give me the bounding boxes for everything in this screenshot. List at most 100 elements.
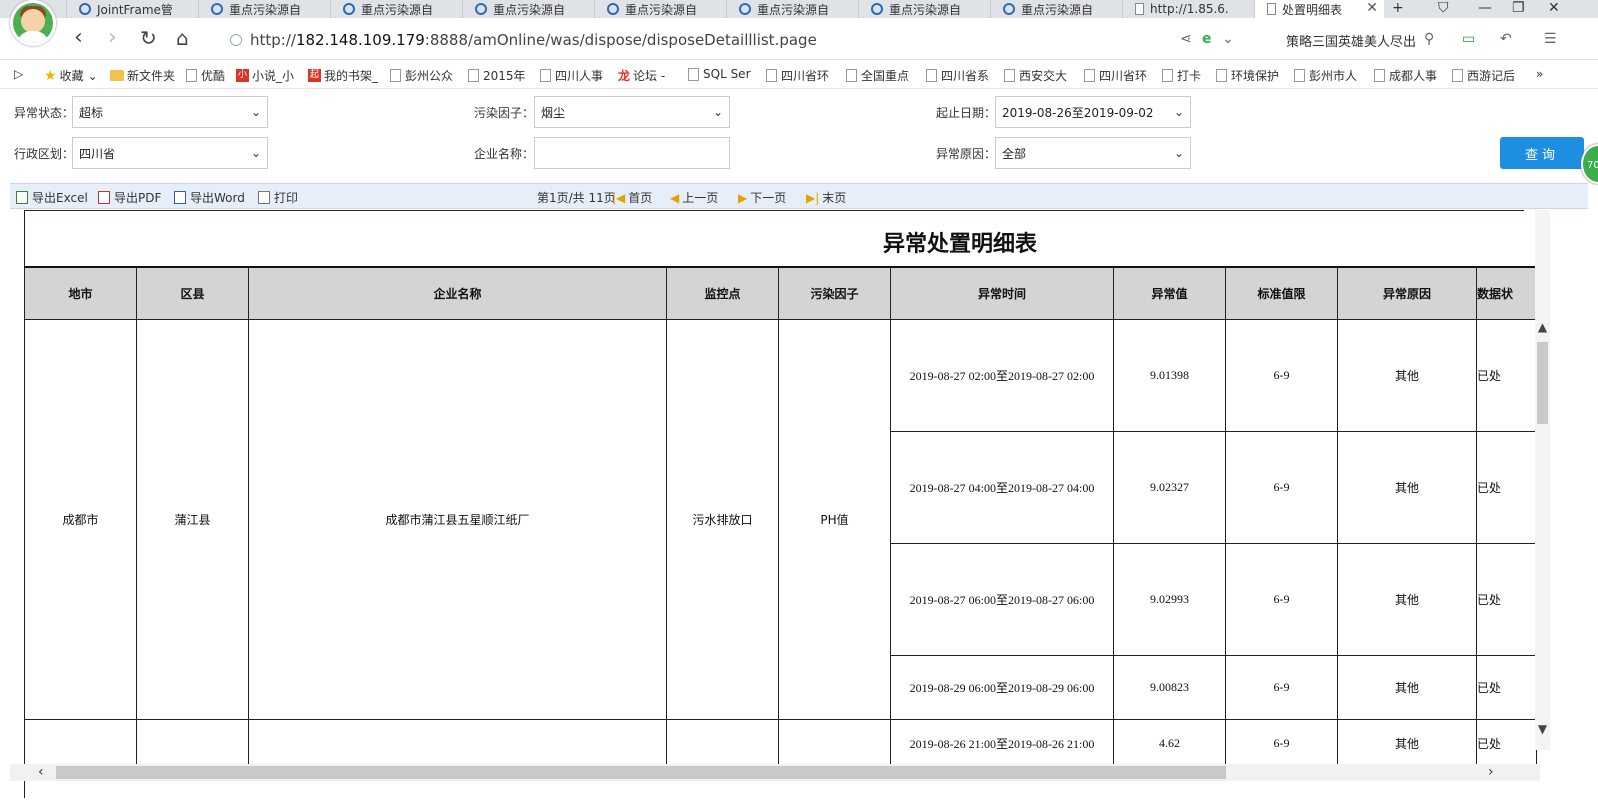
bookmark-item[interactable]: 2015年 bbox=[468, 67, 526, 84]
bookmark-item[interactable]: 小小说_小 bbox=[236, 67, 294, 84]
print-button[interactable]: 打印 bbox=[258, 189, 298, 206]
page-icon bbox=[1162, 69, 1173, 82]
browser-tab[interactable]: JointFrame管 bbox=[66, 0, 198, 18]
date-range-select[interactable]: 2019-08-26至2019-09-02 ⌄ bbox=[995, 96, 1191, 128]
browser-tab[interactable]: 重点污染源自 bbox=[858, 0, 990, 18]
minimize-icon[interactable]: — bbox=[1478, 0, 1492, 16]
time-cell: 2019-08-27 02:00至2019-08-27 02:00 bbox=[890, 318, 1114, 432]
limit-cell: 6-9 bbox=[1225, 542, 1338, 656]
page-icon bbox=[766, 69, 777, 82]
scroll-left-icon[interactable]: ‹ bbox=[38, 764, 44, 780]
scroll-right-icon[interactable]: › bbox=[1488, 764, 1494, 780]
scroll-down-icon[interactable]: ▼ bbox=[1535, 722, 1550, 736]
next-page-button[interactable]: ▶ 下一页 bbox=[738, 189, 786, 206]
export-excel-button[interactable]: 导出Excel bbox=[16, 189, 88, 206]
factor-select[interactable]: 烟尘 ⌄ bbox=[534, 96, 730, 128]
shirt-icon[interactable]: ⛉ bbox=[1438, 0, 1449, 16]
bookmark-item[interactable]: 四川人事 bbox=[540, 67, 603, 84]
sidebar-toggle-icon[interactable]: ▷ bbox=[14, 67, 23, 81]
bookmark-item[interactable]: 西游记后 bbox=[1452, 67, 1515, 84]
bookmark-item[interactable]: 四川省环 bbox=[766, 67, 829, 84]
back-icon[interactable]: ‹ bbox=[74, 27, 83, 49]
browser-tab[interactable]: 重点污染源自 bbox=[462, 0, 594, 18]
browser-tab[interactable]: 重点污染源自 bbox=[330, 0, 462, 18]
share-icon[interactable]: ⋖ bbox=[1180, 31, 1192, 47]
browser-tab[interactable]: http://1.85.6. bbox=[1122, 0, 1254, 18]
browser-tab-active[interactable]: 处置明细表 ✕ bbox=[1254, 0, 1384, 18]
value-cell: 4.62 bbox=[1113, 718, 1226, 768]
prev-page-button[interactable]: ◀ 上一页 bbox=[670, 189, 718, 206]
value-cell: 9.02327 bbox=[1113, 430, 1226, 544]
region-select[interactable]: 四川省 ⌄ bbox=[72, 137, 268, 169]
reason-cell: 其他 bbox=[1337, 654, 1477, 720]
limit-cell: 6-9 bbox=[1225, 318, 1338, 432]
report-title: 异常处置明细表 bbox=[882, 231, 1037, 257]
col-header-reason: 异常原因 bbox=[1337, 266, 1477, 320]
ie-icon bbox=[343, 3, 355, 15]
chevron-down-icon[interactable]: ⌄ bbox=[1222, 31, 1234, 47]
bookmark-item[interactable]: 全国重点 bbox=[846, 67, 909, 84]
bookmark-item[interactable]: 打卡 bbox=[1162, 67, 1201, 84]
export-word-button[interactable]: 导出Word bbox=[174, 189, 245, 206]
company-input[interactable] bbox=[534, 137, 730, 169]
scroll-up-icon[interactable]: ▲ bbox=[1535, 320, 1550, 334]
reason-cell: 其他 bbox=[1337, 430, 1477, 544]
header-row: 地市 区县 企业名称 监控点 污染因子 异常时间 异常值 标准值限 异常原因 数… bbox=[24, 266, 1537, 320]
user-avatar[interactable] bbox=[10, 0, 56, 46]
more-bookmarks-icon[interactable]: » bbox=[1536, 67, 1543, 81]
chevron-down-icon: ⌄ bbox=[1173, 146, 1184, 160]
url-field[interactable]: http://182.148.109.179:8888/amOnline/was… bbox=[230, 27, 1240, 53]
first-page-button[interactable]: |◀ 首页 bbox=[612, 189, 652, 206]
bookmark-item[interactable]: 优酷 bbox=[186, 67, 225, 84]
bookmark-item[interactable]: 四川省环 bbox=[1084, 67, 1147, 84]
bookmark-item[interactable]: 成都人事 bbox=[1374, 67, 1437, 84]
page-icon bbox=[1216, 69, 1227, 82]
bookmark-item[interactable]: 彭州公众 bbox=[390, 67, 453, 84]
reload-icon[interactable]: ↻ bbox=[140, 27, 157, 49]
close-tab-icon[interactable]: ✕ bbox=[1366, 0, 1378, 16]
close-window-icon[interactable]: ✕ bbox=[1548, 0, 1560, 16]
horizontal-scrollbar[interactable]: ‹ › bbox=[10, 764, 1540, 781]
scroll-thumb[interactable] bbox=[1537, 342, 1548, 424]
ie-icon bbox=[211, 3, 223, 15]
bookmark-item[interactable]: 环境保护 bbox=[1216, 67, 1279, 84]
page-icon bbox=[1452, 69, 1463, 82]
bookmark-item[interactable]: 起我的书架_ bbox=[308, 67, 378, 84]
bookmark-item[interactable]: 西安交大 bbox=[1004, 67, 1067, 84]
last-page-button[interactable]: ▶| 末页 bbox=[806, 189, 846, 206]
search-icon[interactable]: ⚲ bbox=[1424, 31, 1434, 47]
forward-icon[interactable]: › bbox=[108, 27, 117, 49]
new-tab-button[interactable]: + bbox=[1392, 0, 1404, 16]
col-header-limit: 标准值限 bbox=[1225, 266, 1338, 320]
browser-tab[interactable]: 重点污染源自 bbox=[594, 0, 726, 18]
last-page-icon: ▶| bbox=[806, 190, 820, 205]
restore-icon[interactable]: ❐ bbox=[1512, 0, 1525, 16]
reason-cell: 其他 bbox=[1337, 542, 1477, 656]
bookmark-item[interactable]: 四川省系 bbox=[926, 67, 989, 84]
bookmark-item[interactable]: 彭州市人 bbox=[1294, 67, 1357, 84]
undo-icon[interactable]: ↶ bbox=[1500, 31, 1512, 47]
bookmark-folder[interactable]: 新文件夹 bbox=[110, 67, 175, 84]
engine-icon[interactable]: e bbox=[1202, 31, 1212, 47]
status-select[interactable]: 超标 ⌄ bbox=[72, 96, 268, 128]
home-icon[interactable]: ⌂ bbox=[176, 27, 189, 49]
menu-icon[interactable]: ☰ bbox=[1544, 31, 1557, 47]
browser-tab[interactable]: 重点污染源自 bbox=[990, 0, 1122, 18]
bookmark-item[interactable]: SQL Ser bbox=[688, 67, 751, 81]
browser-tab[interactable]: 重点污染源自 bbox=[726, 0, 858, 18]
scroll-thumb[interactable] bbox=[56, 766, 1226, 779]
search-field[interactable]: 策略三国英雄美人尽出 bbox=[1286, 31, 1416, 50]
reason-select[interactable]: 全部 ⌄ bbox=[995, 137, 1191, 169]
browser-tab[interactable]: 重点污染源自 bbox=[198, 0, 330, 18]
bookmark-favorites[interactable]: ★ 收藏 ⌄ bbox=[44, 67, 98, 84]
query-button[interactable]: 查询 bbox=[1500, 137, 1584, 169]
export-pdf-button[interactable]: 导出PDF bbox=[98, 189, 161, 206]
col-header-county: 区县 bbox=[136, 266, 249, 320]
page-icon bbox=[390, 69, 401, 82]
reason-cell: 其他 bbox=[1337, 718, 1477, 768]
vertical-scrollbar[interactable]: ▲ ▼ bbox=[1535, 210, 1550, 750]
status-cell: 已处 bbox=[1476, 654, 1537, 720]
bookmark-item[interactable]: 龙论坛 - bbox=[618, 67, 665, 84]
page-icon bbox=[846, 69, 857, 82]
battery-icon[interactable]: ▭ bbox=[1462, 31, 1475, 47]
